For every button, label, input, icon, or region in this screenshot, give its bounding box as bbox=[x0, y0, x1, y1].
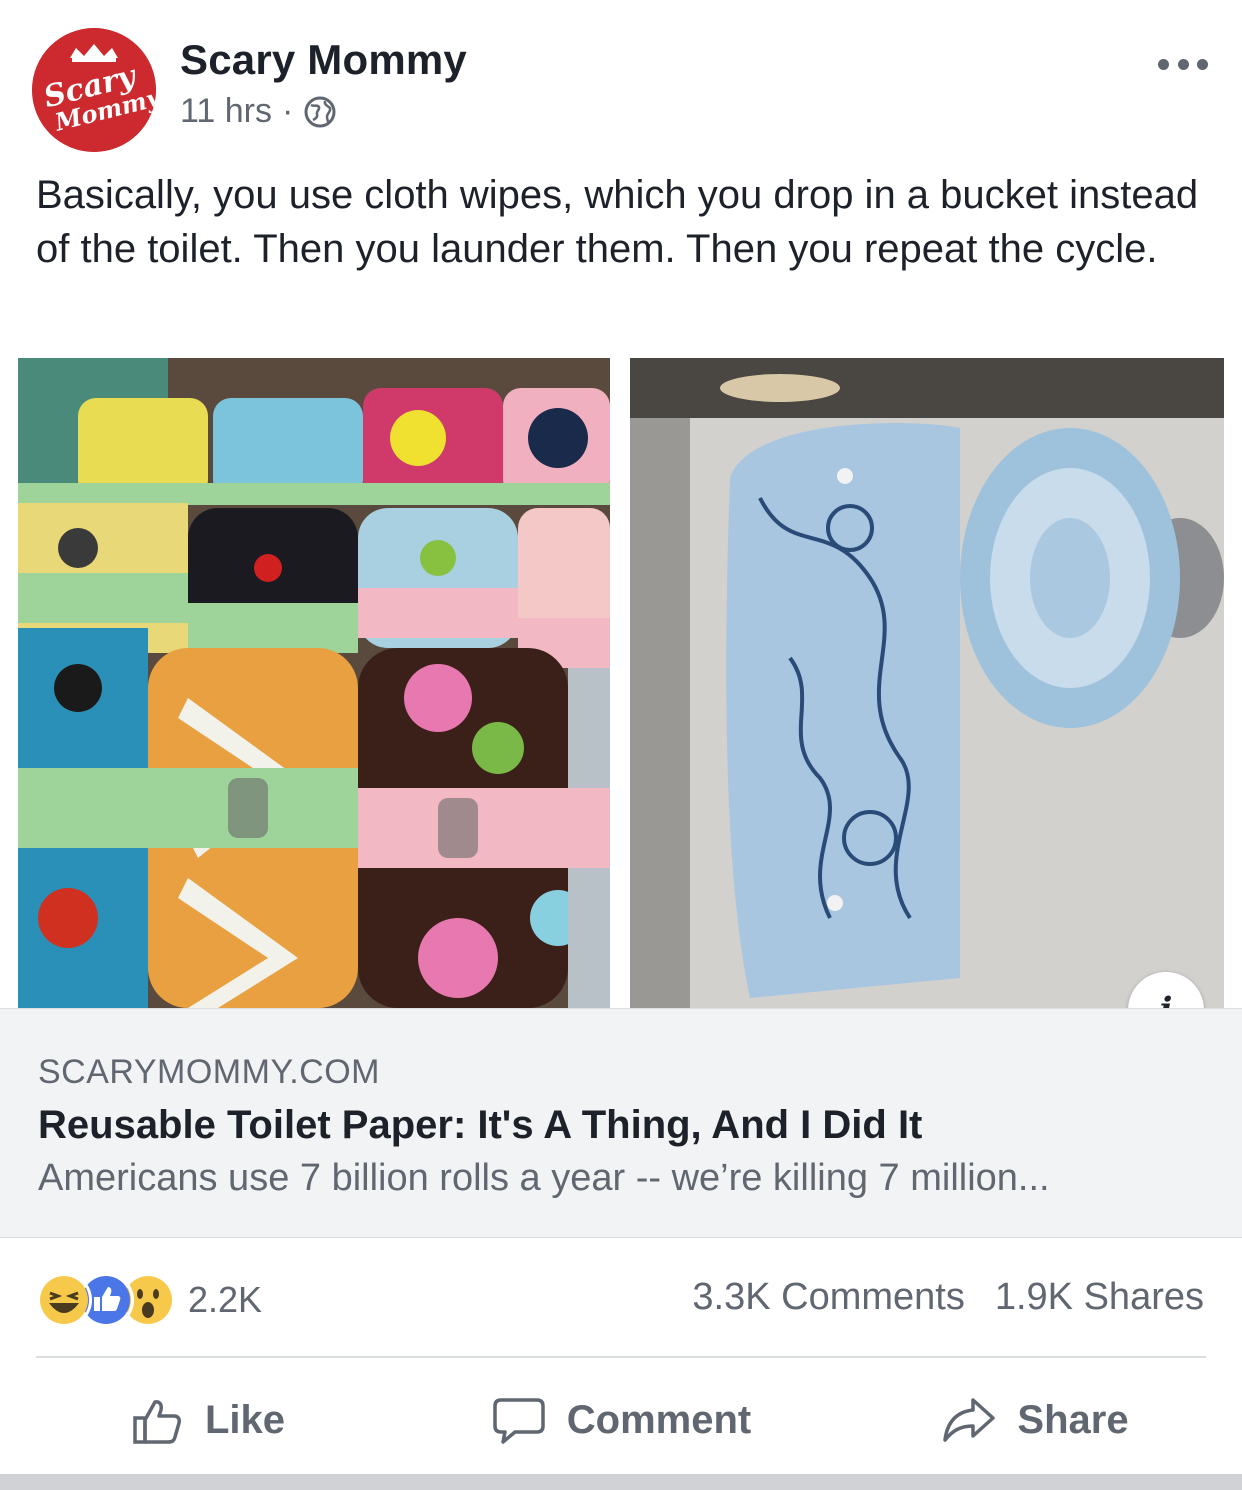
post-text: Basically, you use cloth wipes, which yo… bbox=[36, 173, 1199, 271]
reaction-count[interactable]: 2.2K bbox=[188, 1279, 262, 1321]
haha-reaction-icon bbox=[36, 1272, 92, 1328]
cloth-wipes-photo bbox=[18, 358, 610, 1008]
more-icon bbox=[1158, 58, 1169, 70]
divider bbox=[36, 1356, 1206, 1358]
cloth-roll-photo bbox=[630, 358, 1224, 1008]
link-domain: SCARYMOMMY.COM bbox=[38, 1053, 381, 1091]
scary-mommy-logo: Scary Mommy bbox=[32, 28, 156, 152]
share-button[interactable]: Share bbox=[828, 1372, 1242, 1468]
link-preview[interactable]: SCARYMOMMY.COM Reusable Toilet Paper: It… bbox=[0, 1008, 1242, 1238]
post-timestamp[interactable]: 11 hrs bbox=[180, 92, 272, 131]
comment-button[interactable]: Comment bbox=[414, 1372, 828, 1468]
comments-count[interactable]: 3.3K Comments bbox=[692, 1276, 964, 1319]
comment-icon bbox=[493, 1398, 545, 1444]
feed-separator bbox=[0, 1474, 1242, 1490]
action-bar: Like Comment Share bbox=[0, 1372, 1242, 1468]
share-icon bbox=[943, 1398, 996, 1442]
meta-separator: · bbox=[281, 92, 294, 130]
more-options-button[interactable] bbox=[1158, 56, 1208, 72]
page-avatar[interactable]: Scary Mommy bbox=[32, 28, 156, 152]
like-button[interactable]: Like bbox=[0, 1372, 414, 1468]
post-meta: 11 hrs · bbox=[180, 92, 337, 131]
page-name-link[interactable]: Scary Mommy bbox=[180, 36, 467, 84]
link-image[interactable] bbox=[18, 358, 1224, 1008]
cloth-wipes-image bbox=[18, 358, 610, 1008]
post-header: Scary Mommy Scary Mommy 11 hrs · bbox=[0, 0, 1242, 160]
cloth-roll-image bbox=[630, 358, 1224, 1008]
share-label: Share bbox=[1017, 1397, 1129, 1442]
link-title[interactable]: Reusable Toilet Paper: It's A Thing, And… bbox=[38, 1103, 922, 1148]
like-label: Like bbox=[204, 1397, 286, 1442]
comment-label: Comment bbox=[566, 1397, 752, 1442]
link-description: Americans use 7 billion rolls a year -- … bbox=[38, 1157, 1050, 1199]
reactions-summary[interactable]: 2.2K bbox=[36, 1272, 262, 1328]
shares-count[interactable]: 1.9K Shares bbox=[995, 1276, 1204, 1319]
like-icon bbox=[133, 1400, 181, 1444]
globe-icon bbox=[304, 96, 336, 127]
engagement-counts: 3.3K Comments 1.9K Shares bbox=[692, 1276, 1204, 1319]
